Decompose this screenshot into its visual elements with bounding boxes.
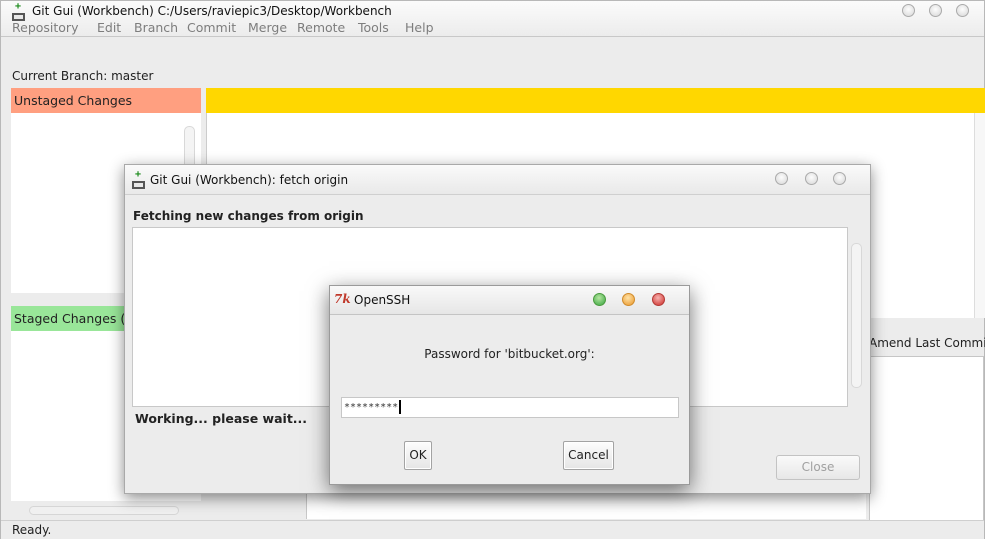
working-status-text: Working... please wait...	[135, 411, 308, 426]
ssh-zoom-button[interactable]	[593, 293, 606, 306]
cancel-button[interactable]: Cancel	[563, 441, 614, 470]
diff-header	[206, 88, 985, 113]
password-prompt-label: Password for 'bitbucket.org':	[424, 347, 595, 361]
ok-button[interactable]: OK	[404, 441, 432, 470]
menu-branch[interactable]: Branch	[134, 19, 178, 37]
minimize-button[interactable]	[902, 4, 915, 17]
maximize-button[interactable]	[929, 4, 942, 17]
fetch-dialog-title-bar: +− Git Gui (Workbench): fetch origin	[125, 165, 870, 195]
menu-help[interactable]: Help	[405, 19, 434, 37]
menu-tools[interactable]: Tools	[358, 19, 389, 37]
close-window-button[interactable]	[956, 4, 969, 17]
menu-edit[interactable]: Edit	[97, 19, 121, 37]
fetch-heading: Fetching new changes from origin	[133, 209, 364, 223]
ssh-close-button[interactable]	[652, 293, 665, 306]
fetch-close-window-button[interactable]	[833, 172, 846, 185]
lower-pane	[306, 491, 866, 519]
password-masked-value: *********	[344, 402, 399, 413]
ssh-minimize-button[interactable]	[622, 293, 635, 306]
openssh-password-dialog: 7k OpenSSH Password for 'bitbucket.org':…	[329, 285, 690, 485]
git-gui-icon: +−	[131, 170, 147, 190]
password-input[interactable]: *********	[341, 397, 679, 418]
menu-merge[interactable]: Merge	[248, 19, 287, 37]
unstaged-changes-header: Unstaged Changes	[11, 88, 201, 113]
staged-scrollbar[interactable]	[29, 506, 179, 515]
close-button[interactable]: Close	[776, 455, 860, 480]
fetch-maximize-button[interactable]	[805, 172, 818, 185]
fetch-minimize-button[interactable]	[775, 172, 788, 185]
menu-bar: Repository Edit Branch Commit Merge Remo…	[1, 19, 984, 39]
commit-message-input[interactable]	[869, 356, 984, 521]
ssh-dialog-title-bar: 7k OpenSSH	[330, 286, 689, 315]
menu-remote[interactable]: Remote	[297, 19, 345, 37]
fetch-dialog-title: Git Gui (Workbench): fetch origin	[150, 173, 349, 187]
status-bar: Ready.	[1, 520, 984, 539]
menu-repository[interactable]: Repository	[12, 19, 78, 37]
ssh-dialog-title: OpenSSH	[354, 293, 411, 307]
menu-commit[interactable]: Commit	[187, 19, 236, 37]
diff-scrollbar[interactable]	[974, 113, 985, 318]
current-branch-label: Current Branch: master	[12, 69, 154, 83]
tk-feather-icon: 7k	[334, 292, 351, 306]
text-caret	[399, 400, 401, 414]
main-window-title: Git Gui (Workbench) C:/Users/raviepic3/D…	[32, 4, 392, 18]
fetch-log-scrollbar[interactable]	[851, 243, 862, 388]
amend-last-commit-option[interactable]: Amend Last Commit	[869, 333, 985, 353]
